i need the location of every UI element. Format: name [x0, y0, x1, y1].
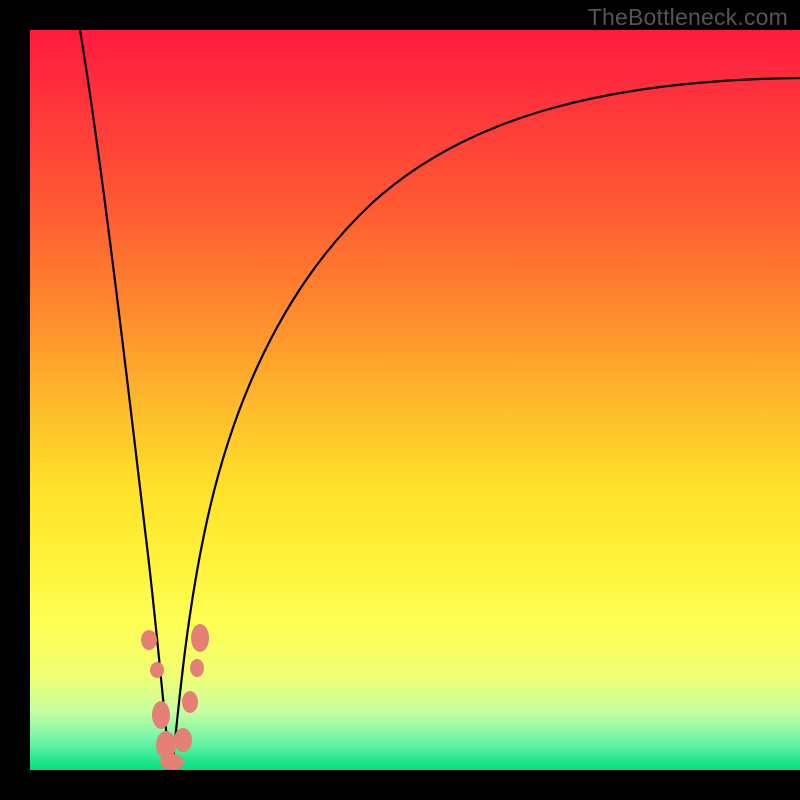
- plot-area: [30, 30, 800, 770]
- valley-markers: [141, 624, 209, 770]
- right-branch-curve: [172, 78, 800, 770]
- chart-stage: TheBottleneck.com: [0, 0, 800, 800]
- left-branch-curve: [80, 30, 170, 770]
- curve-layer: [30, 30, 800, 770]
- watermark-text: TheBottleneck.com: [588, 4, 788, 31]
